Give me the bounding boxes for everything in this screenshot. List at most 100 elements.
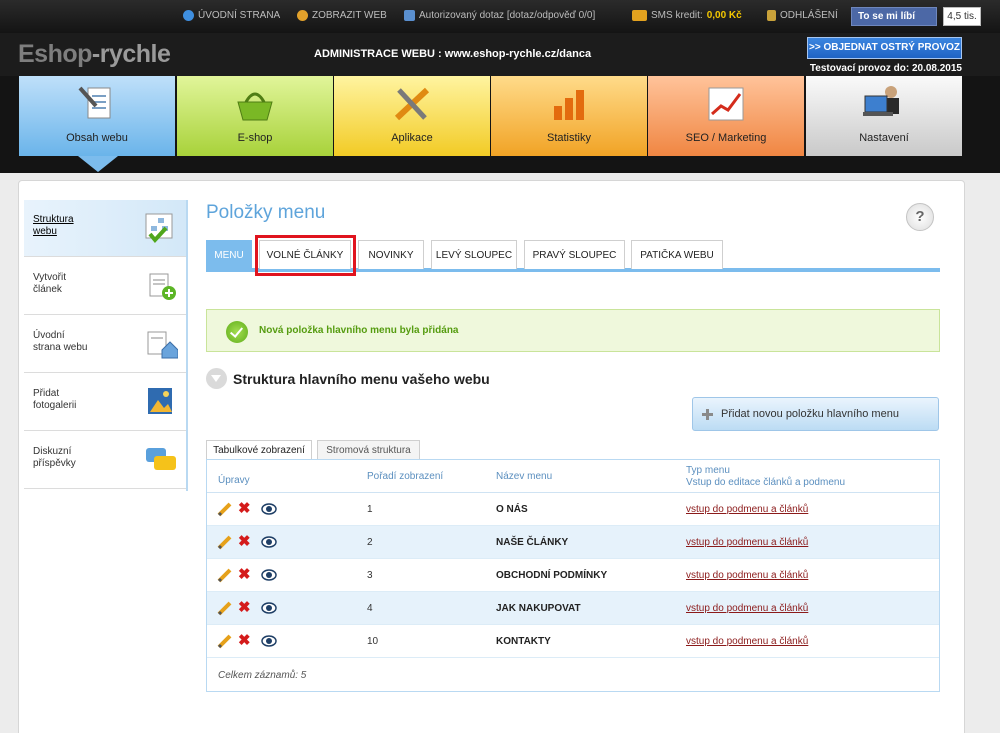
delete-icon[interactable]: ✖	[238, 600, 252, 616]
view-web-link[interactable]: ZOBRAZIT WEB	[297, 10, 387, 21]
menu-name: JAK NAKUPOVAT	[496, 603, 581, 614]
nav-content[interactable]: Obsah webu	[19, 76, 175, 156]
submenu-link[interactable]: vstup do podmenu a článků	[686, 537, 808, 548]
menu-table: Úpravy Pořadí zobrazení Název menu Typ m…	[206, 459, 940, 692]
add-menu-item-button[interactable]: Přidat novou položku hlavního menu	[692, 397, 939, 431]
order-value: 4	[367, 603, 373, 614]
eye-icon[interactable]	[261, 568, 277, 582]
table-row: ✖ 10 KONTAKTY vstup do podmenu a článků	[207, 625, 939, 658]
nav-applications-label: Aplikace	[391, 132, 433, 144]
section-title: Struktura hlavního menu vašeho webu	[233, 370, 490, 387]
logout-link[interactable]: ODHLÁŠENÍ	[767, 10, 838, 21]
pencil-icon[interactable]	[217, 633, 233, 649]
eye-icon[interactable]	[261, 634, 277, 648]
sidebar-item-label: Struktura webu	[33, 214, 74, 238]
logo[interactable]: Eshop-rychle	[18, 40, 171, 69]
plus-icon	[702, 409, 713, 420]
bar-chart-icon	[554, 90, 584, 120]
tab-footer[interactable]: PATIČKA WEBU	[631, 240, 723, 269]
logout-label: ODHLÁŠENÍ	[780, 10, 838, 21]
order-live-button[interactable]: >> OBJEDNAT OSTRÝ PROVOZ	[807, 37, 962, 59]
delete-icon[interactable]: ✖	[238, 534, 252, 550]
sidebar-item-create-article[interactable]: Vytvořit článek	[24, 258, 186, 315]
test-period-date: Testovací provoz do: 20.08.2015	[809, 63, 962, 74]
tab-left-column[interactable]: LEVÝ SLOUPEC	[431, 240, 517, 269]
document-pen-icon	[78, 86, 111, 119]
menu-name: NAŠE ČLÁNKY	[496, 537, 569, 548]
sidebar-item-label-line2: webu	[33, 226, 57, 237]
sidebar-item-label: Vytvořit článek	[33, 272, 66, 296]
nav-settings[interactable]: Nastavení	[806, 76, 962, 156]
sidebar-item-structure[interactable]: Struktura webu	[24, 200, 186, 257]
sidebar-item-label-line1: Úvodní	[33, 330, 65, 341]
sidebar-item-add-gallery[interactable]: Přidat fotogalerii	[24, 374, 186, 431]
sidebar-item-discussion[interactable]: Diskuzní příspěvky	[24, 432, 186, 489]
chat-icon	[404, 10, 415, 21]
delete-icon[interactable]: ✖	[238, 633, 252, 649]
tab-right-column[interactable]: PRAVÝ SLOUPEC	[524, 240, 625, 269]
home-link[interactable]: ÚVODNÍ STRANA	[183, 10, 280, 21]
tools-icon	[394, 87, 430, 121]
order-value: 10	[367, 636, 379, 647]
submenu-link[interactable]: vstup do podmenu a článků	[686, 636, 808, 647]
eye-icon[interactable]	[261, 502, 277, 516]
tab-news[interactable]: NOVINKY	[358, 240, 424, 269]
nav-statistics[interactable]: Statistiky	[491, 76, 647, 156]
menu-name: O NÁS	[496, 504, 528, 515]
query-link[interactable]: Autorizovaný dotaz [dotaz/odpověď 0/0]	[404, 10, 595, 21]
sms-credit: SMS kredit: 0,00 Kč	[632, 10, 742, 21]
menu-name: KONTAKTY	[496, 636, 551, 647]
sidebar-item-homepage[interactable]: Úvodní strana webu	[24, 316, 186, 373]
nav-statistics-label: Statistiky	[546, 132, 591, 144]
delete-icon[interactable]: ✖	[238, 567, 252, 583]
facebook-like-count: 4,5 tis.	[943, 7, 981, 26]
table-row: ✖ 4 JAK NAKUPOVAT vstup do podmenu a člá…	[207, 592, 939, 625]
gear-icon	[297, 10, 308, 21]
document-home-icon	[147, 331, 178, 359]
header-type-sub: Vstup do editace článků a podmenu	[686, 477, 845, 488]
pencil-icon[interactable]	[217, 567, 233, 583]
nav-seo-marketing-label: SEO / Marketing	[685, 132, 767, 144]
query-label: Autorizovaný dotaz [dotaz/odpověď 0/0]	[419, 10, 596, 21]
tab-menu[interactable]: MENU	[206, 240, 252, 269]
speech-bubbles-icon	[146, 448, 176, 470]
eye-icon[interactable]	[261, 535, 277, 549]
logo-text-left: Eshop	[18, 40, 92, 68]
tab-table-view[interactable]: Tabulkové zobrazení	[206, 440, 312, 460]
info-icon	[183, 10, 194, 21]
table-row: ✖ 2 NAŠE ČLÁNKY vstup do podmenu a článk…	[207, 526, 939, 559]
nav-eshop[interactable]: E-shop	[177, 76, 333, 156]
section-heading: Struktura hlavního menu vašeho webu	[206, 368, 490, 389]
menu-name: OBCHODNÍ PODMÍNKY	[496, 570, 608, 581]
facebook-like-label: To se mi líbí	[858, 11, 916, 22]
eye-icon[interactable]	[261, 601, 277, 615]
nav-applications[interactable]: Aplikace	[334, 76, 490, 156]
sidebar-item-label-line1: Přidat	[33, 388, 60, 399]
submenu-link[interactable]: vstup do podmenu a článků	[686, 570, 808, 581]
header-edit: Úpravy	[218, 475, 250, 486]
sitemap-check-icon	[145, 213, 173, 244]
help-icon[interactable]: ?	[906, 203, 934, 231]
header-type: Typ menu	[686, 465, 730, 476]
user-laptop-icon	[863, 86, 899, 116]
sms-value: 0,00 Kč	[706, 10, 742, 21]
tab-tree-view[interactable]: Stromová struktura	[317, 440, 420, 460]
nav-eshop-label: E-shop	[237, 132, 273, 144]
success-text: Nová položka hlavního menu byla přidána	[259, 325, 459, 336]
page-title: Položky menu	[206, 202, 326, 223]
sidebar-item-label-line2: článek	[33, 284, 62, 295]
submenu-link[interactable]: vstup do podmenu a článků	[686, 504, 808, 515]
sidebar-item-label: Úvodní strana webu	[33, 330, 87, 354]
submenu-link[interactable]: vstup do podmenu a článků	[686, 603, 808, 614]
success-message: Nová položka hlavního menu byla přidána	[206, 309, 940, 352]
sidebar: Struktura webu Vytvořit článek Úvodní stran…	[24, 200, 188, 491]
pencil-icon[interactable]	[217, 501, 233, 517]
order-value: 3	[367, 570, 373, 581]
delete-icon[interactable]: ✖	[238, 501, 252, 517]
nav-seo-marketing[interactable]: SEO / Marketing	[648, 76, 804, 156]
pencil-icon[interactable]	[217, 534, 233, 550]
facebook-like-button[interactable]: To se mi líbí	[851, 7, 937, 26]
record-count: Celkem záznamů: 5	[218, 670, 307, 681]
pencil-icon[interactable]	[217, 600, 233, 616]
basket-icon	[237, 92, 273, 121]
